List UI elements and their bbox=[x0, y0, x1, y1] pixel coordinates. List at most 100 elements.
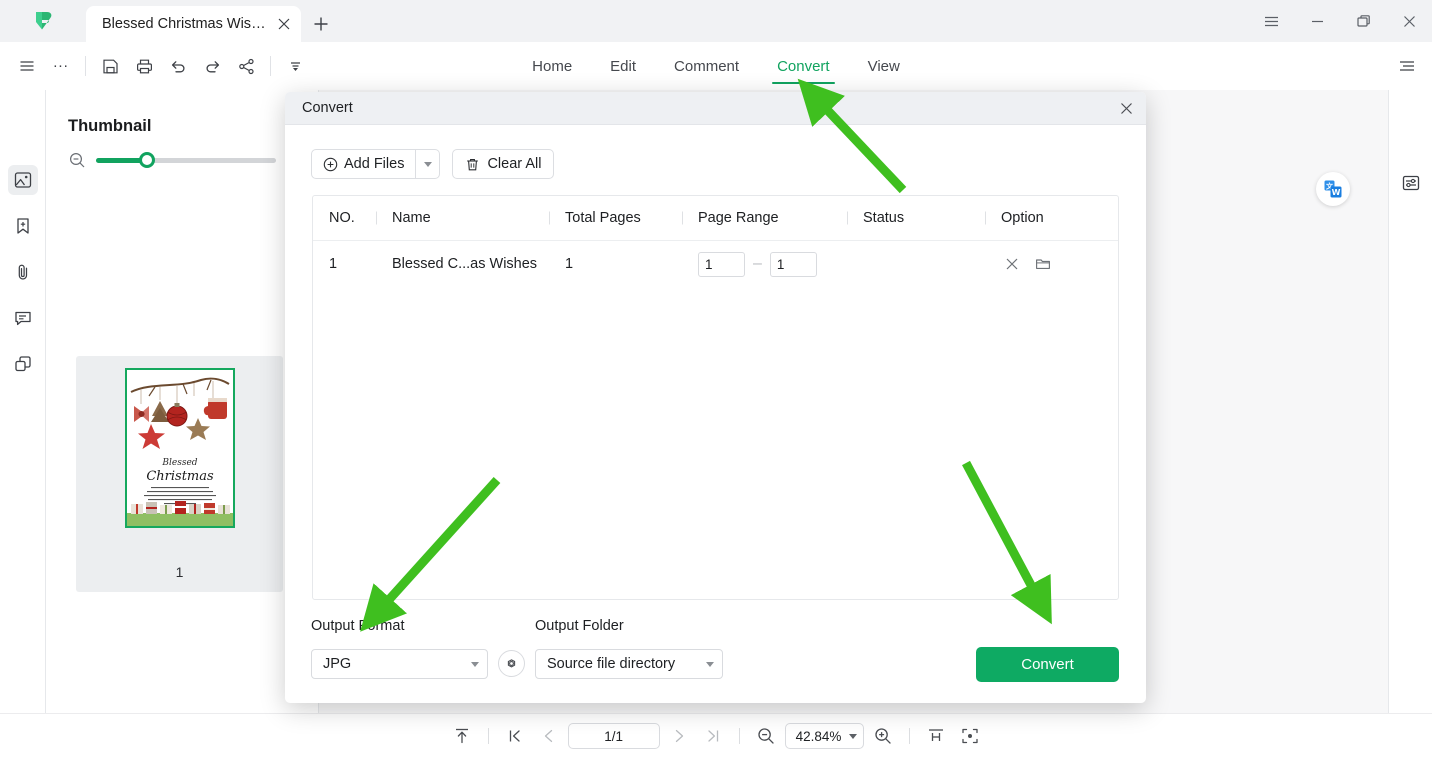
status-bar: 1/1 42.84% bbox=[0, 713, 1432, 758]
application-window: Blessed Christmas Wishe... ... Home Edit… bbox=[0, 0, 1432, 758]
tab-convert[interactable]: Convert bbox=[758, 42, 849, 90]
properties-panel-icon[interactable] bbox=[1396, 168, 1426, 198]
statusbar-divider-2 bbox=[738, 728, 740, 744]
table-header-row: NO. Name Total Pages Page Range Status O… bbox=[313, 196, 1118, 241]
save-icon[interactable] bbox=[93, 49, 127, 83]
file-list-table: NO. Name Total Pages Page Range Status O… bbox=[312, 195, 1119, 600]
hamburger-menu-icon[interactable] bbox=[1248, 0, 1294, 42]
zoom-in-icon[interactable] bbox=[868, 721, 898, 751]
document-tab[interactable]: Blessed Christmas Wishe... bbox=[86, 6, 301, 42]
thumbnail-panel: Thumbnail Blessed Christmas 1 bbox=[46, 90, 319, 713]
cell-option bbox=[985, 253, 1105, 275]
output-format-settings-button[interactable] bbox=[498, 650, 525, 677]
zoom-level-value: 42.84% bbox=[795, 728, 842, 744]
cell-total-pages: 1 bbox=[565, 256, 574, 272]
thumbnail-panel-title: Thumbnail bbox=[68, 117, 152, 135]
output-folder-label: Output Folder bbox=[535, 618, 624, 634]
zoom-level-select[interactable]: 42.84% bbox=[784, 723, 865, 749]
fit-page-icon[interactable] bbox=[955, 721, 985, 751]
thumbnail-size-slider[interactable] bbox=[96, 151, 276, 169]
minimize-icon[interactable] bbox=[1294, 0, 1340, 42]
folder-icon[interactable] bbox=[1032, 253, 1054, 275]
tab-comment[interactable]: Comment bbox=[655, 42, 758, 90]
chevron-down-icon bbox=[706, 661, 714, 667]
first-page-icon[interactable] bbox=[500, 721, 530, 751]
page-indicator-input[interactable]: 1/1 bbox=[567, 723, 660, 749]
slider-knob[interactable] bbox=[139, 152, 156, 168]
sidebar-item-bookmark[interactable] bbox=[8, 211, 38, 241]
tab-home[interactable]: Home bbox=[513, 42, 591, 90]
close-icon[interactable] bbox=[275, 15, 293, 33]
undo-icon[interactable] bbox=[161, 49, 195, 83]
tab-edit[interactable]: Edit bbox=[591, 42, 655, 90]
print-icon[interactable] bbox=[127, 49, 161, 83]
thumbnail-icon bbox=[14, 172, 31, 188]
page-range-from-input[interactable]: 1 bbox=[698, 251, 745, 277]
column-header-status: Status bbox=[847, 210, 985, 226]
next-page-icon[interactable] bbox=[664, 721, 694, 751]
close-icon[interactable] bbox=[1106, 92, 1146, 125]
close-icon[interactable] bbox=[1386, 0, 1432, 42]
translate-word-icon[interactable]: 文 W bbox=[1316, 172, 1350, 206]
page-thumbnail-image: Blessed Christmas bbox=[124, 368, 235, 528]
ribbon-right-controls bbox=[1390, 42, 1424, 90]
output-format-select[interactable]: JPG bbox=[311, 649, 488, 679]
add-files-dropdown-button[interactable] bbox=[416, 149, 441, 179]
toolbar-divider-2 bbox=[270, 56, 271, 76]
table-row[interactable]: 1 Blessed C...as Wishes 1 1 – 1 bbox=[313, 241, 1118, 287]
fit-width-icon[interactable] bbox=[921, 721, 951, 751]
customize-icon[interactable] bbox=[278, 49, 312, 83]
output-folder-select[interactable]: Source file directory bbox=[535, 649, 723, 679]
sidebar-item-thumbnail[interactable] bbox=[7, 165, 38, 195]
toolbar-divider bbox=[85, 56, 86, 76]
tab-view[interactable]: View bbox=[849, 42, 919, 90]
collapse-ribbon-icon[interactable] bbox=[1390, 49, 1424, 83]
remove-icon[interactable] bbox=[1001, 253, 1023, 275]
convert-button[interactable]: Convert bbox=[976, 647, 1119, 682]
svg-text:Blessed: Blessed bbox=[161, 458, 197, 468]
statusbar-divider-3 bbox=[909, 728, 911, 744]
thumbnail-page-card[interactable]: Blessed Christmas 1 bbox=[76, 356, 283, 592]
zoom-out-icon[interactable] bbox=[68, 151, 86, 169]
settings-gear-icon bbox=[507, 659, 516, 668]
more-icon-label: ... bbox=[53, 54, 69, 71]
page-range-to-input[interactable]: 1 bbox=[769, 251, 817, 277]
output-format-label: Output Format bbox=[311, 618, 405, 634]
zoom-out-icon[interactable] bbox=[751, 721, 781, 751]
plus-icon bbox=[314, 17, 328, 31]
chevron-down-icon bbox=[471, 661, 479, 667]
previous-page-icon[interactable] bbox=[534, 721, 564, 751]
column-header-no: NO. bbox=[329, 210, 355, 226]
hamburger-icon[interactable] bbox=[10, 49, 44, 83]
output-format-value: JPG bbox=[323, 656, 352, 672]
cell-page-range: 1 – 1 bbox=[682, 251, 847, 277]
right-sidebar bbox=[1388, 90, 1432, 713]
sidebar-item-attachment[interactable] bbox=[8, 257, 38, 287]
add-files-button[interactable]: Add Files bbox=[311, 149, 417, 179]
page-range-separator: – bbox=[753, 255, 762, 272]
sidebar-item-comment[interactable] bbox=[8, 303, 38, 333]
dialog-footer: Output Format Output Folder JPG Source f… bbox=[285, 608, 1146, 703]
christmas-card-art: Blessed Christmas bbox=[126, 370, 233, 526]
dialog-header: Convert bbox=[285, 92, 1146, 125]
output-folder-value: Source file directory bbox=[547, 656, 676, 672]
app-logo bbox=[0, 0, 86, 42]
svg-text:Christmas: Christmas bbox=[146, 469, 214, 484]
thumbnail-page-number: 1 bbox=[175, 564, 184, 580]
plus-circle-icon bbox=[323, 157, 338, 171]
more-icon[interactable]: ... bbox=[44, 49, 78, 83]
add-files-group: Add Files bbox=[311, 149, 441, 179]
restore-icon[interactable] bbox=[1340, 0, 1386, 42]
last-page-icon[interactable] bbox=[698, 721, 728, 751]
clear-all-button[interactable]: Clear All bbox=[452, 149, 555, 179]
scroll-to-top-icon[interactable] bbox=[447, 721, 477, 751]
left-sidebar bbox=[0, 90, 46, 758]
share-icon[interactable] bbox=[229, 49, 263, 83]
app-logo-icon bbox=[36, 12, 52, 30]
new-tab-button[interactable] bbox=[301, 6, 341, 42]
chevron-down-icon bbox=[849, 733, 858, 739]
redo-icon[interactable] bbox=[195, 49, 229, 83]
bookmark-add-icon bbox=[16, 218, 29, 234]
chevron-down-icon bbox=[423, 161, 432, 167]
sidebar-item-layers[interactable] bbox=[8, 349, 38, 379]
